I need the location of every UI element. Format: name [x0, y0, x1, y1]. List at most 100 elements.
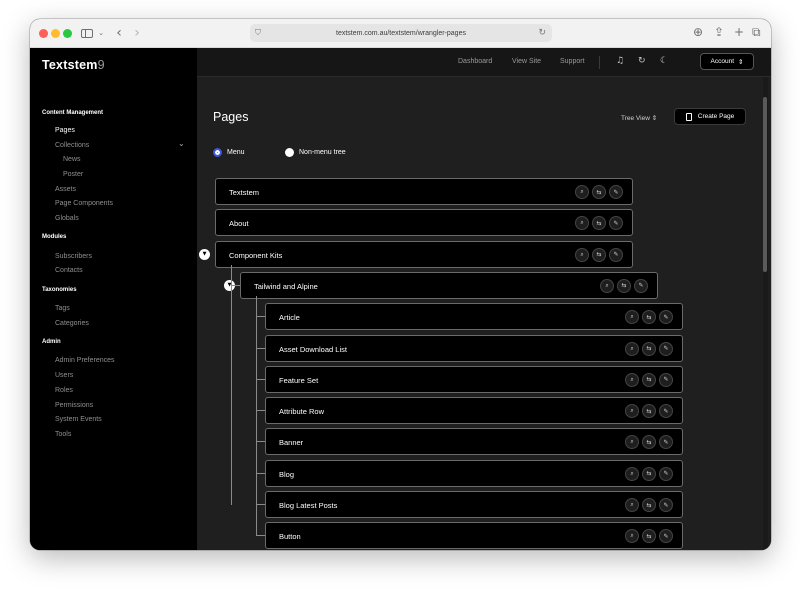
preview-icon[interactable]: ⌕: [575, 185, 589, 199]
edit-icon[interactable]: ✎: [659, 529, 673, 544]
tree-row-label[interactable]: Blog Latest Posts: [279, 501, 337, 510]
back-icon[interactable]: ‹: [113, 25, 125, 41]
radio-menu-label[interactable]: Menu: [227, 149, 245, 156]
reorder-icon[interactable]: ⇆: [642, 435, 656, 450]
edit-icon[interactable]: ✎: [659, 435, 673, 450]
tree-row-label[interactable]: Blog: [279, 470, 294, 479]
tree-row[interactable]: Blog ⌕ ⇆ ✎: [265, 459, 683, 487]
radio-menu[interactable]: [213, 148, 222, 157]
tree-row[interactable]: Blog Latest Posts ⌕ ⇆ ✎: [265, 491, 683, 518]
edit-icon[interactable]: ✎: [659, 498, 673, 512]
tree-row-label[interactable]: Button: [279, 532, 301, 541]
reorder-icon[interactable]: ⇆: [642, 404, 656, 419]
sidebar-item-permissions[interactable]: Permissions: [55, 402, 93, 409]
sidebar-item-system-events[interactable]: System Events: [55, 416, 102, 423]
preview-icon[interactable]: ⌕: [625, 372, 639, 387]
new-tab-icon[interactable]: +: [734, 25, 744, 39]
sidebar-item-categories[interactable]: Categories: [55, 320, 89, 327]
tree-row[interactable]: Textstem ⌕ ⇆ ✎: [215, 178, 633, 205]
minimize-window-button[interactable]: [51, 29, 60, 38]
expand-toggle-icon[interactable]: ▼: [199, 248, 210, 260]
tree-row-label[interactable]: Asset Download List: [279, 345, 347, 354]
preview-icon[interactable]: ⌕: [625, 498, 639, 512]
sidebar-item-roles[interactable]: Roles: [55, 387, 73, 394]
preview-icon[interactable]: ⌕: [625, 529, 639, 544]
edit-icon[interactable]: ✎: [609, 216, 623, 231]
scrollbar[interactable]: [763, 77, 768, 550]
download-icon[interactable]: ⊕: [693, 25, 703, 39]
sidebar-item-news[interactable]: News: [63, 156, 81, 163]
tree-row[interactable]: Feature Set ⌕ ⇆ ✎: [265, 365, 683, 393]
reorder-icon[interactable]: ⇆: [642, 310, 656, 325]
edit-icon[interactable]: ✎: [659, 404, 673, 419]
tree-row-label[interactable]: Feature Set: [279, 376, 318, 385]
sidebar-item-subscribers[interactable]: Subscribers: [55, 253, 92, 260]
reorder-icon[interactable]: ⇆: [642, 341, 656, 356]
tree-row-label[interactable]: Tailwind and Alpine: [254, 282, 318, 291]
preview-icon[interactable]: ⌕: [625, 310, 639, 325]
reorder-icon[interactable]: ⇆: [592, 216, 606, 231]
tree-row[interactable]: Banner ⌕ ⇆ ✎: [265, 428, 683, 456]
edit-icon[interactable]: ✎: [609, 247, 623, 262]
reorder-icon[interactable]: ⇆: [617, 278, 631, 293]
preview-icon[interactable]: ⌕: [575, 247, 589, 262]
zoom-window-button[interactable]: [63, 29, 72, 38]
sidebar-item-contacts[interactable]: Contacts: [55, 267, 83, 274]
share-icon[interactable]: ⇪: [714, 25, 724, 39]
tree-row-label[interactable]: Component Kits: [229, 251, 282, 260]
edit-icon[interactable]: ✎: [659, 341, 673, 356]
tree-row[interactable]: Tailwind and Alpine ⌕ ⇆ ✎: [240, 271, 658, 299]
sidebar-item-users[interactable]: Users: [55, 372, 73, 379]
sidebar-item-poster[interactable]: Poster: [63, 171, 83, 178]
reorder-icon[interactable]: ⇆: [592, 247, 606, 262]
sidebar-item-assets[interactable]: Assets: [55, 186, 76, 193]
sidebar-item-tags[interactable]: Tags: [55, 305, 70, 312]
tree-row[interactable]: Attribute Row ⌕ ⇆ ✎: [265, 397, 683, 425]
reorder-icon[interactable]: ⇆: [642, 372, 656, 387]
edit-icon[interactable]: ✎: [634, 278, 648, 293]
sidebar-toggle-icon[interactable]: [80, 25, 94, 41]
preview-icon[interactable]: ⌕: [600, 278, 614, 293]
bell-icon[interactable]: ♫: [616, 56, 624, 66]
preview-icon[interactable]: ⌕: [625, 466, 639, 481]
sidebar-item-admin-preferences[interactable]: Admin Preferences: [55, 357, 115, 364]
nav-link-dashboard[interactable]: Dashboard: [458, 58, 492, 65]
reload-icon[interactable]: ↻: [538, 27, 546, 38]
tree-row-label[interactable]: Attribute Row: [279, 407, 324, 416]
reorder-icon[interactable]: ⇆: [592, 185, 606, 199]
forward-icon[interactable]: ›: [131, 25, 143, 41]
address-bar[interactable]: ⛉ textstem.com.au/textstem/wrangler-page…: [250, 24, 552, 42]
refresh-icon[interactable]: ↻: [638, 56, 646, 66]
sidebar-item-collections[interactable]: Collections: [55, 142, 89, 149]
edit-icon[interactable]: ✎: [659, 372, 673, 387]
chevron-down-icon[interactable]: ⌄: [178, 139, 185, 148]
tree-row-label[interactable]: Textstem: [229, 188, 259, 197]
tree-row[interactable]: Asset Download List ⌕ ⇆ ✎: [265, 334, 683, 362]
edit-icon[interactable]: ✎: [659, 466, 673, 481]
brand-logo[interactable]: Textstem9: [42, 58, 105, 72]
moon-icon[interactable]: ☾: [660, 56, 668, 66]
preview-icon[interactable]: ⌕: [625, 435, 639, 450]
sidebar-item-pages[interactable]: Pages: [55, 127, 75, 134]
tree-row[interactable]: Article ⌕ ⇆ ✎: [265, 303, 683, 331]
edit-icon[interactable]: ✎: [609, 185, 623, 199]
tree-row-label[interactable]: Article: [279, 313, 300, 322]
tree-row-label[interactable]: Banner: [279, 438, 303, 447]
tab-overview-icon[interactable]: ⧉: [752, 25, 761, 40]
radio-non-menu-label[interactable]: Non-menu tree: [299, 149, 346, 156]
tree-row-label[interactable]: About: [229, 219, 249, 228]
edit-icon[interactable]: ✎: [659, 310, 673, 325]
tree-row[interactable]: Button ⌕ ⇆ ✎: [265, 522, 683, 550]
scrollbar-thumb[interactable]: [763, 97, 767, 272]
account-button[interactable]: Account ⇕: [700, 53, 754, 70]
sidebar-item-globals[interactable]: Globals: [55, 215, 79, 222]
sidebar-item-page-components[interactable]: Page Components: [55, 200, 113, 207]
preview-icon[interactable]: ⌕: [625, 404, 639, 419]
preview-icon[interactable]: ⌕: [625, 341, 639, 356]
reorder-icon[interactable]: ⇆: [642, 466, 656, 481]
radio-non-menu-tree[interactable]: [285, 148, 294, 157]
chevron-down-icon[interactable]: ⌄: [97, 25, 105, 41]
create-page-button[interactable]: Create Page: [674, 108, 746, 125]
tree-row[interactable]: Component Kits ⌕ ⇆ ✎: [215, 240, 633, 268]
close-window-button[interactable]: [39, 29, 48, 38]
